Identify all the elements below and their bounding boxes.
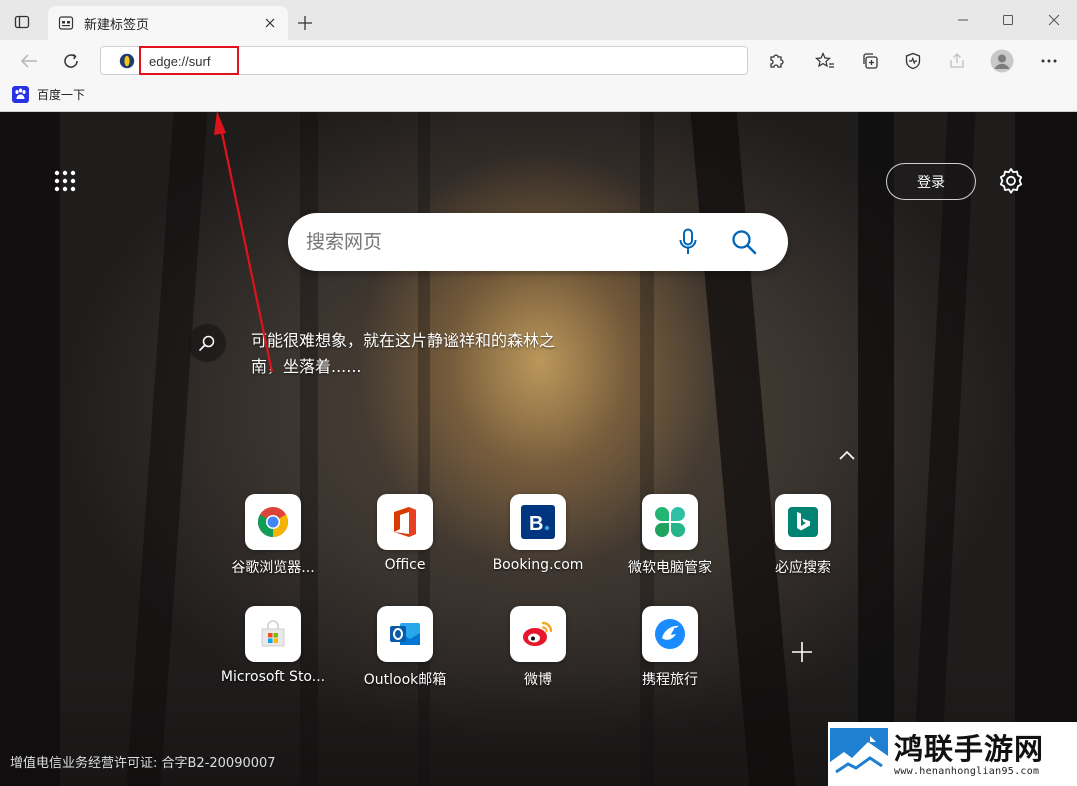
plus-icon (298, 16, 312, 30)
avatar-icon (990, 49, 1014, 73)
svg-text:B: B (529, 513, 543, 535)
quick-link-label: 微博 (524, 672, 552, 688)
quick-link-label: Microsoft Sto... (220, 669, 326, 685)
search-input[interactable] (306, 227, 646, 257)
booking-icon: B (510, 494, 566, 550)
share-button[interactable] (944, 48, 970, 74)
image-info-button[interactable] (188, 324, 226, 362)
heartbeat-shield-icon (905, 52, 921, 70)
search-box (288, 213, 788, 271)
refresh-icon (64, 53, 78, 68)
profile-button[interactable] (989, 48, 1015, 74)
settings-more-button[interactable] (1036, 48, 1062, 74)
login-button[interactable]: 登录 (886, 163, 976, 200)
chrome-icon (245, 494, 301, 550)
favorites-button[interactable] (812, 48, 838, 74)
quick-link-booking[interactable]: B Booking.com (483, 494, 593, 594)
share-icon (950, 53, 964, 68)
quick-link-chrome[interactable]: 谷歌浏览器... (218, 494, 328, 594)
license-text[interactable]: 增值电信业务经营许可证: 合字B2-20090007 (10, 752, 276, 771)
baidu-paw-icon (12, 85, 29, 103)
app-launcher-icon[interactable] (54, 170, 76, 192)
maximize-icon (1003, 15, 1013, 25)
image-caption[interactable]: 可能很难想象，就在这片静谧祥和的森林之南，坐落着...... (251, 328, 581, 380)
new-tab-button[interactable] (294, 12, 316, 34)
quick-link-label: 谷歌浏览器... (231, 560, 315, 576)
add-quick-link-button[interactable] (788, 638, 816, 666)
annotation-highlight-box (139, 46, 239, 75)
microsoft-store-icon (245, 606, 301, 662)
tab-new-tab[interactable]: 新建标签页 (48, 6, 288, 40)
puzzle-icon (770, 54, 784, 68)
quick-link-ctrip[interactable]: 携程旅行 (615, 606, 725, 706)
minimize-button[interactable] (949, 8, 977, 32)
quick-link-label: 微软电脑管家 (628, 560, 712, 576)
bookmark-baidu[interactable]: 百度一下 (12, 84, 85, 104)
close-tab-button[interactable] (262, 15, 278, 31)
quick-link-label: 携程旅行 (642, 672, 698, 688)
collapse-button[interactable] (836, 444, 858, 466)
minimize-icon (958, 19, 968, 21)
search-button[interactable] (728, 226, 760, 258)
microphone-icon (679, 228, 697, 254)
watermark-logo (830, 728, 888, 780)
new-tab-page-icon (58, 16, 74, 30)
favorites-bar: 百度一下 (0, 80, 1077, 110)
outlook-icon (377, 606, 433, 662)
close-icon (1048, 14, 1060, 26)
site-info-icon (119, 53, 135, 69)
tab-actions-button[interactable] (10, 10, 34, 34)
collections-button[interactable] (857, 48, 883, 74)
quick-link-microsoft-store[interactable]: Microsoft Sto... (218, 606, 328, 706)
quick-link-label: Outlook邮箱 (363, 672, 447, 688)
arrow-left-icon (20, 54, 37, 68)
gear-icon[interactable] (997, 167, 1025, 195)
quick-link-label: Booking.com (492, 557, 584, 573)
back-button[interactable] (16, 48, 42, 74)
quick-link-office[interactable]: Office (350, 494, 460, 594)
star-list-icon (815, 52, 834, 68)
quick-link-bing[interactable]: 必应搜索 (748, 494, 858, 594)
search-icon (732, 230, 757, 255)
close-icon (265, 18, 275, 28)
extensions-button[interactable] (764, 48, 790, 74)
voice-search-button[interactable] (676, 225, 700, 259)
bing-icon (775, 494, 831, 550)
plus-icon (792, 642, 812, 662)
title-bar: 新建标签页 (0, 0, 1077, 40)
weibo-icon (510, 606, 566, 662)
magnifier-icon (199, 335, 215, 351)
watermark-name: 鸿联手游网 (894, 731, 1045, 766)
quick-link-weibo[interactable]: 微博 (483, 606, 593, 706)
office-icon (377, 494, 433, 550)
maximize-button[interactable] (994, 8, 1022, 32)
new-tab-page: 登录 可能很难想象，就在这片静谧祥和的森林之南，坐落着...... 谷歌浏览器.… (0, 112, 1077, 786)
quick-link-pc-manager[interactable]: 微软电脑管家 (615, 494, 725, 594)
tab-title: 新建标签页 (84, 17, 150, 33)
chevron-up-icon (839, 450, 855, 460)
pc-manager-icon (642, 494, 698, 550)
tab-actions-icon (14, 15, 30, 29)
ctrip-icon (642, 606, 698, 662)
quick-link-label: 必应搜索 (775, 560, 831, 576)
watermark-url: www.henanhonglian95.com (894, 765, 1040, 777)
bookmark-label: 百度一下 (37, 87, 86, 102)
quick-link-label: Office (384, 557, 426, 573)
quick-link-outlook[interactable]: Outlook邮箱 (350, 606, 460, 706)
performance-button[interactable] (900, 48, 926, 74)
close-window-button[interactable] (1040, 8, 1068, 32)
watermark: 鸿联手游网 www.henanhonglian95.com (828, 722, 1077, 786)
collections-icon (863, 53, 878, 69)
refresh-button[interactable] (58, 48, 84, 74)
more-horizontal-icon (1041, 59, 1057, 63)
